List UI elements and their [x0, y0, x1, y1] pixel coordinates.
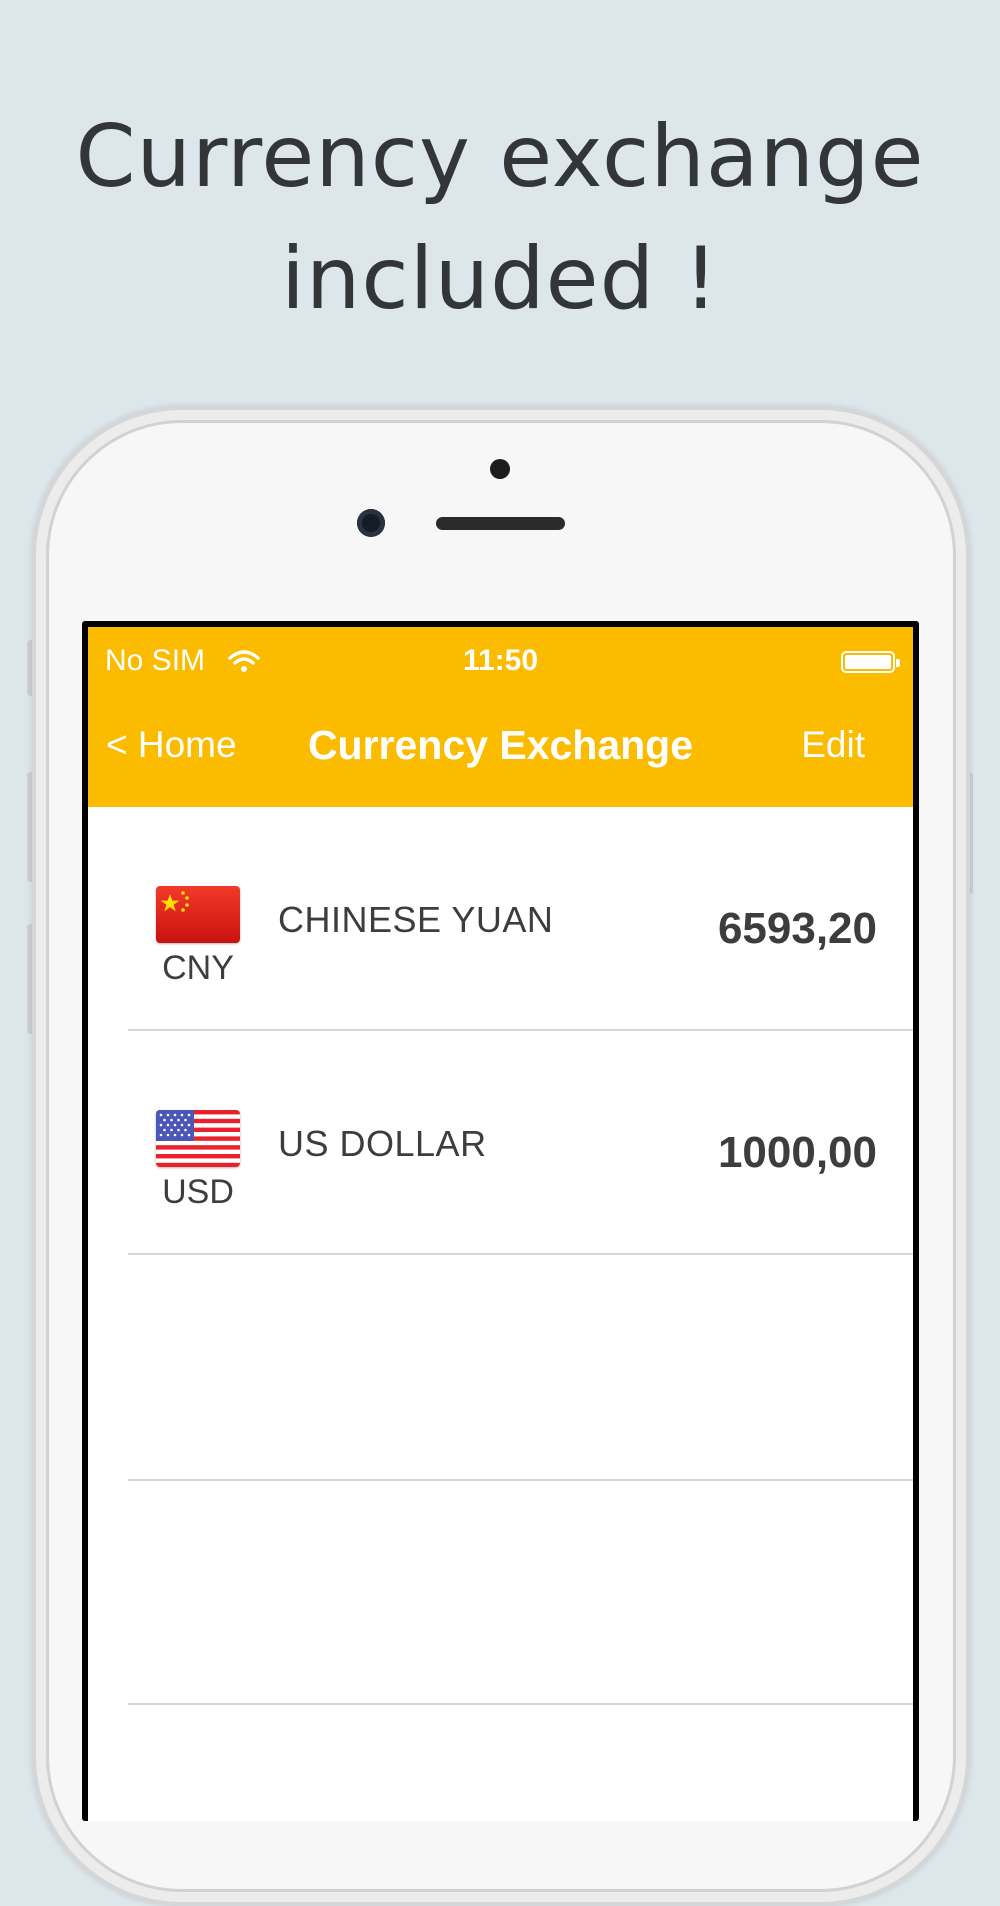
proximity-sensor [490, 459, 510, 479]
empty-row-divider [128, 1479, 913, 1481]
front-camera-icon [357, 509, 385, 537]
currency-amount[interactable]: 6593,20 [718, 904, 877, 954]
currency-code: CNY [162, 949, 234, 987]
phone-screen: No SIM 11:50 < Home Currency Exchange Ed… [82, 621, 919, 1821]
currency-name: US DOLLAR [278, 1123, 487, 1164]
headline-line-1: Currency exchange [75, 107, 925, 207]
empty-row-divider [128, 1703, 913, 1705]
edit-button[interactable]: Edit [801, 724, 865, 766]
headline-line-2: included ! [281, 229, 719, 329]
app-view: No SIM 11:50 < Home Currency Exchange Ed… [88, 627, 913, 1821]
currency-name: CHINESE YUAN [278, 899, 554, 940]
navigation-bar: No SIM 11:50 < Home Currency Exchange Ed… [88, 627, 913, 807]
currency-amount[interactable]: 1000,00 [718, 1128, 877, 1178]
row-divider [128, 1253, 913, 1255]
promo-headline: Currency exchange included ! [0, 96, 1000, 340]
currency-code: USD [162, 1173, 234, 1211]
battery-icon [841, 651, 900, 673]
status-time: 11:50 [462, 644, 539, 677]
page-title: Currency Exchange [307, 722, 694, 768]
currency-row-cny[interactable]: CNY CHINESE YUAN 6593,20 [88, 807, 913, 1031]
china-flag-icon [156, 886, 240, 943]
currency-row-usd[interactable]: USD US DOLLAR 1000,00 [88, 1031, 913, 1255]
usa-flag-icon [156, 1110, 240, 1167]
earpiece-speaker [436, 517, 565, 530]
